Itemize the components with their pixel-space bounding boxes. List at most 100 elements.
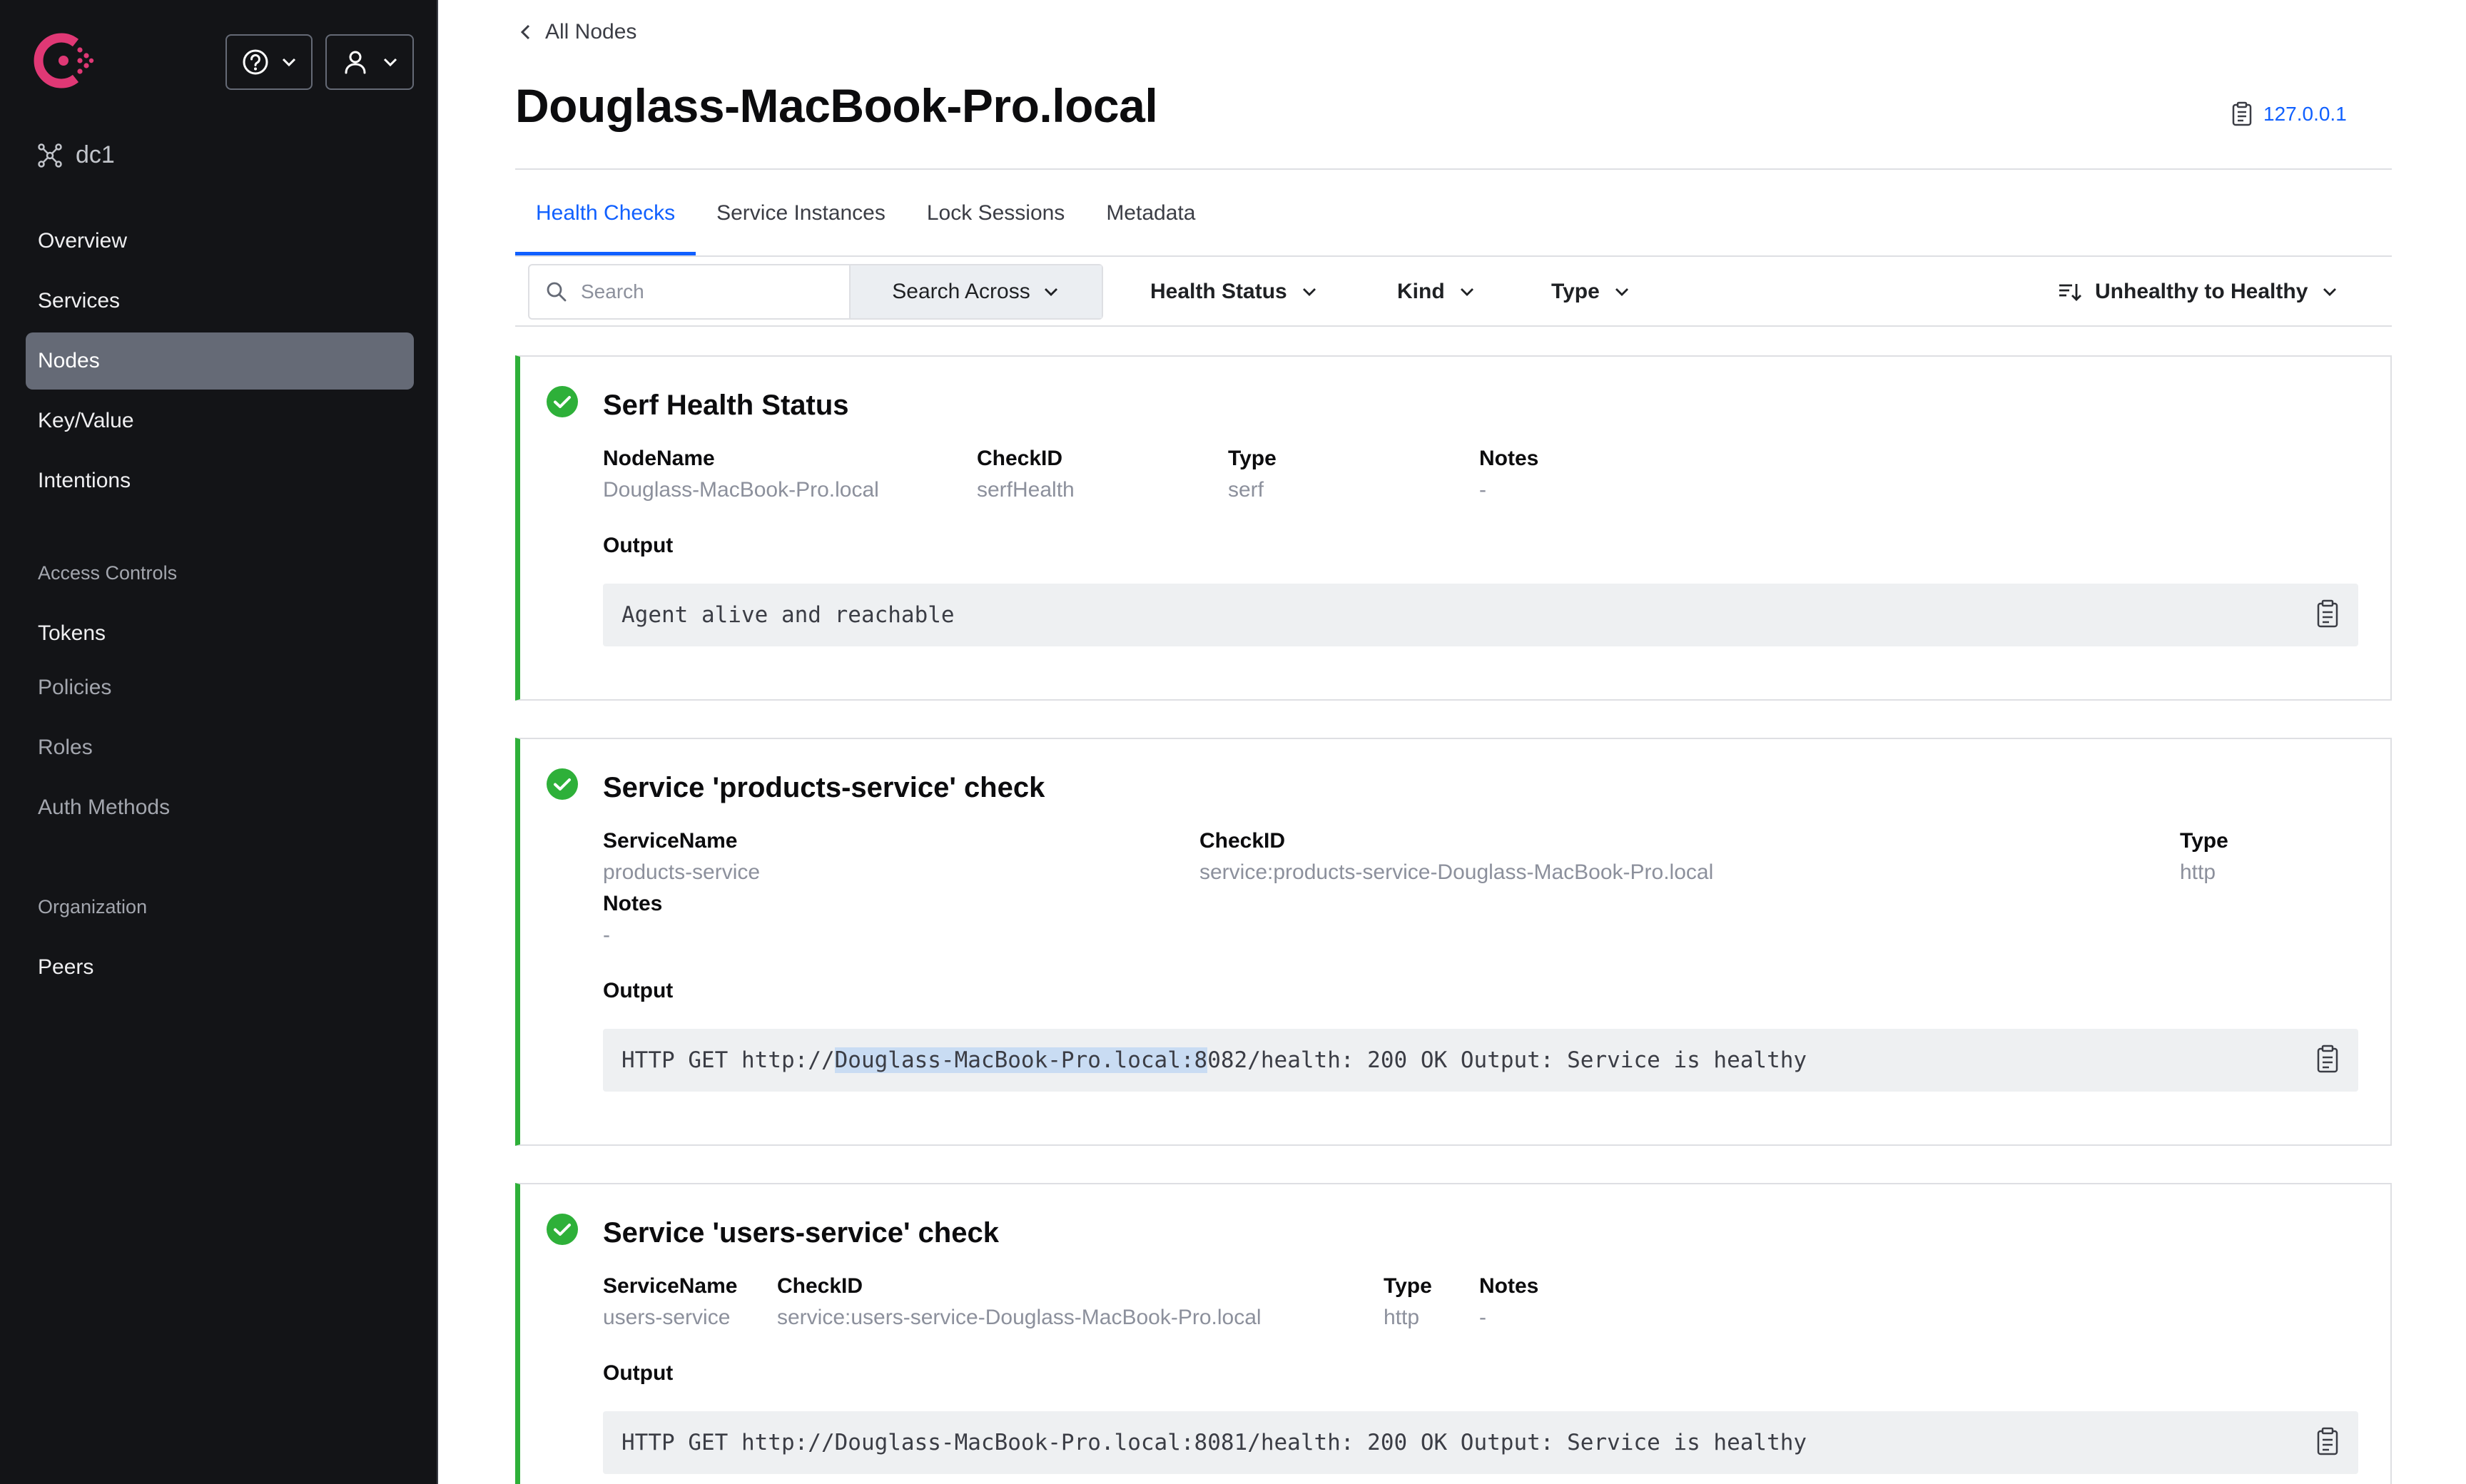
search-icon [547, 282, 567, 302]
search-field [529, 265, 851, 318]
field-value: - [1479, 1306, 1486, 1329]
chevron-left-icon [520, 24, 530, 40]
passing-check-icon [547, 1214, 578, 1245]
search-group: Search Across [528, 264, 1103, 320]
datacenter-name: dc1 [76, 141, 115, 168]
health-status-filter[interactable]: Health Status [1150, 264, 1319, 320]
search-across-label: Search Across [892, 280, 1030, 303]
field-label: NodeName [603, 447, 715, 470]
output-box: Agent alive and reachable [603, 584, 2358, 646]
consul-logo-icon[interactable] [33, 30, 94, 91]
datacenter-selector[interactable]: dc1 [37, 141, 115, 169]
field-label: CheckID [777, 1274, 863, 1298]
field-value: users-service [603, 1306, 731, 1329]
nav-intentions[interactable]: Intentions [26, 452, 414, 509]
check-id-field: CheckID service:products-service-Douglas… [1199, 829, 1713, 885]
tab-metadata[interactable]: Metadata [1085, 171, 1216, 255]
field-label: Notes [603, 892, 663, 915]
node-address: 127.0.0.1 [2263, 103, 2347, 125]
nav-tokens[interactable]: Tokens [26, 605, 414, 662]
notes-field: Notes - [603, 892, 662, 947]
divider [515, 325, 2392, 327]
chevron-down-icon [1615, 288, 1628, 296]
clipboard-icon [2232, 101, 2252, 126]
main-content: All Nodes Douglass-MacBook-Pro.local 127… [438, 0, 2466, 1484]
field-value: serf [1228, 478, 1264, 502]
sort-label: Unhealthy to Healthy [2095, 280, 2308, 303]
copy-output-button[interactable] [2315, 599, 2340, 629]
check-id-field: CheckID service:users-service-Douglass-M… [777, 1274, 1262, 1330]
chevron-down-icon [2323, 288, 2337, 296]
search-input[interactable] [581, 280, 838, 303]
output-text: HTTP GET http://Douglass-MacBook-Pro.loc… [621, 1430, 1807, 1455]
notes-field: Notes - [1479, 1274, 1538, 1330]
health-status-label: Health Status [1150, 280, 1287, 303]
field-label: Notes [1479, 1274, 1539, 1298]
type-field: Type http [1384, 1274, 1432, 1330]
nav-key-value[interactable]: Key/Value [26, 392, 414, 449]
search-across-dropdown[interactable]: Search Across [851, 265, 1102, 318]
check-title: Serf Health Status [603, 390, 849, 421]
chevron-down-icon [282, 58, 296, 67]
chevron-down-icon [1044, 288, 1057, 296]
chevron-down-icon [1460, 288, 1473, 296]
field-value: serfHealth [977, 478, 1075, 502]
access-controls-heading: Access Controls [38, 562, 178, 584]
field-label: CheckID [977, 447, 1063, 470]
tab-bar: Health Checks Service Instances Lock Ses… [515, 171, 1216, 255]
copy-address-button[interactable]: 127.0.0.1 [2231, 101, 2347, 127]
service-name-field: ServiceName products-service [603, 829, 760, 885]
user-menu-button[interactable] [325, 34, 414, 90]
copy-output-button[interactable] [2315, 1045, 2340, 1074]
output-label: Output [603, 979, 674, 1002]
type-field: Type http [2180, 829, 2228, 885]
tab-health-checks[interactable]: Health Checks [515, 171, 696, 255]
chevron-down-icon [1302, 288, 1316, 296]
check-id-field: CheckID serfHealth [977, 447, 1075, 502]
nav-roles[interactable]: Roles [26, 719, 414, 776]
nav-services[interactable]: Services [26, 273, 414, 330]
field-label: CheckID [1199, 829, 1286, 853]
kind-filter[interactable]: Kind [1397, 264, 1476, 320]
nav-policies[interactable]: Policies [26, 659, 414, 716]
nav-peers[interactable]: Peers [26, 939, 414, 996]
node-name-field: NodeName Douglass-MacBook-Pro.local [603, 447, 879, 502]
field-value: - [1479, 478, 1486, 502]
copy-output-button[interactable] [2315, 1427, 2340, 1457]
nav-auth-methods[interactable]: Auth Methods [26, 779, 414, 836]
nav-overview[interactable]: Overview [26, 213, 414, 270]
kind-label: Kind [1397, 280, 1445, 303]
output-box: HTTP GET http://Douglass-MacBook-Pro.loc… [603, 1411, 2358, 1474]
sort-dropdown[interactable]: Unhealthy to Healthy [2058, 264, 2339, 320]
field-label: Type [1384, 1274, 1432, 1298]
sort-icon [2059, 284, 2081, 301]
datacenter-icon [38, 143, 62, 168]
type-label: Type [1551, 280, 1600, 303]
field-label: Type [2180, 829, 2228, 853]
passing-check-icon [547, 386, 578, 417]
type-filter[interactable]: Type [1551, 264, 1631, 320]
type-field: Type serf [1228, 447, 1277, 502]
tab-service-instances[interactable]: Service Instances [696, 171, 906, 255]
breadcrumb-all-nodes[interactable]: All Nodes [518, 20, 636, 44]
filter-bar: Search Across Health Status Kind Type Un… [515, 255, 2392, 327]
output-label: Output [603, 1361, 674, 1385]
field-label: ServiceName [603, 1274, 738, 1298]
selected-text: Douglass-MacBook-Pro.local:8 [834, 1047, 1208, 1073]
field-value: Douglass-MacBook-Pro.local [603, 478, 879, 502]
breadcrumb-label: All Nodes [545, 20, 637, 44]
field-label: Notes [1479, 447, 1539, 470]
field-value: products-service [603, 860, 761, 884]
help-menu-button[interactable] [225, 34, 313, 90]
divider [515, 168, 2392, 170]
check-title: Service 'products-service' check [603, 772, 1045, 803]
tab-lock-sessions[interactable]: Lock Sessions [906, 171, 1085, 255]
passing-check-icon [547, 768, 578, 800]
nav-nodes[interactable]: Nodes [26, 332, 414, 390]
user-icon [345, 51, 366, 74]
output-text: Agent alive and reachable [621, 602, 955, 628]
organization-heading: Organization [38, 896, 148, 918]
page-title: Douglass-MacBook-Pro.local [515, 79, 1158, 132]
help-icon [243, 49, 268, 75]
field-value: - [603, 923, 610, 947]
